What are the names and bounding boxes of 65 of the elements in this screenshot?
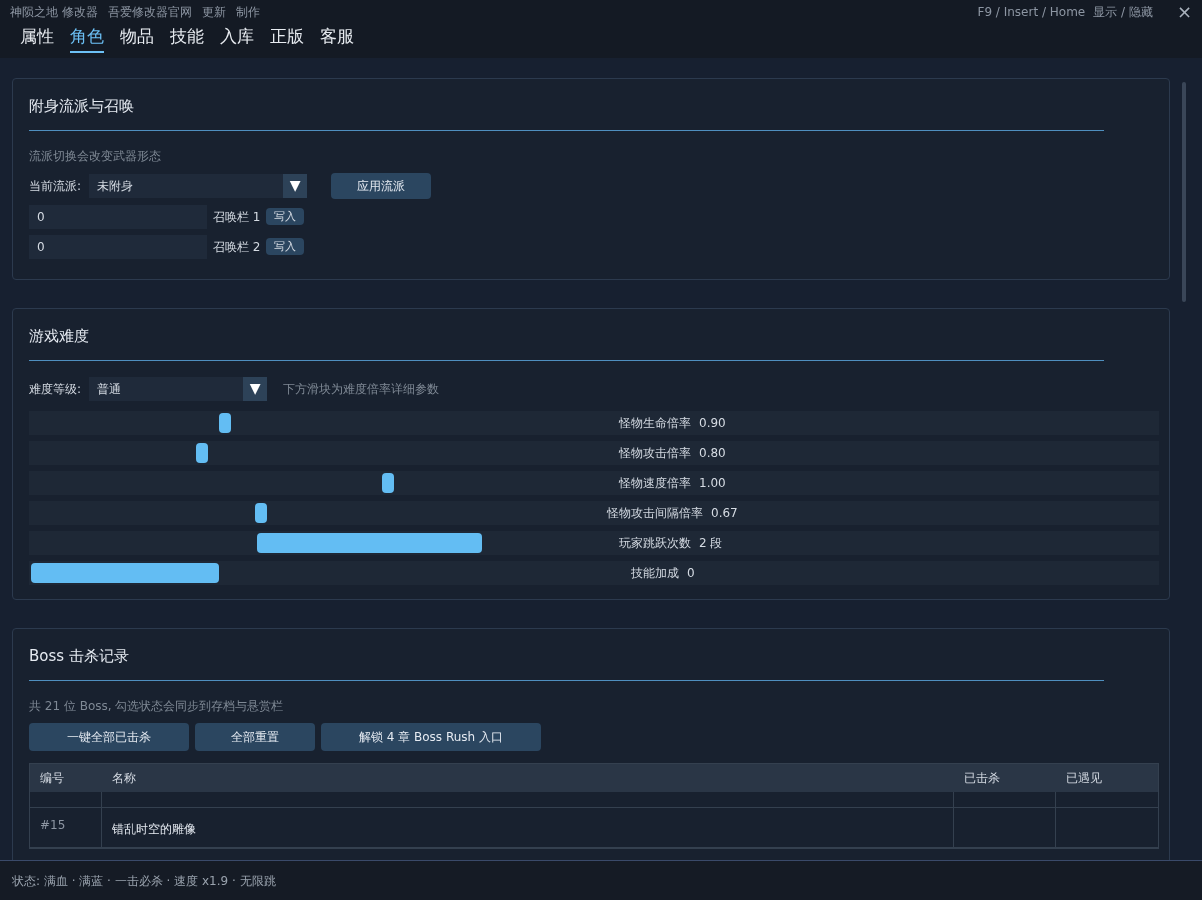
tab[interactable]: 入库 — [220, 24, 254, 53]
slider-track[interactable]: 玩家跳跃次数 2 段 — [29, 530, 1159, 555]
hint-text: 下方滑块为难度倍率详细参数 — [283, 380, 440, 398]
tab[interactable]: 物品 — [120, 24, 154, 53]
status-text: 状态: 满血 · 满蓝 · 一击必杀 · 速度 x1.9 · 无限跳 — [12, 872, 276, 890]
action-button[interactable]: 全部重置 — [195, 722, 315, 751]
slider-label: 技能加成 — [631, 564, 679, 582]
column-header: 名称 — [111, 769, 137, 787]
slider-track[interactable]: 怪物攻击倍率 0.80 — [29, 440, 1159, 465]
summon-field[interactable]: 0 — [29, 204, 207, 229]
table-cell: 错乱时空的雕像 — [102, 807, 954, 847]
slider-label: 怪物速度倍率 — [619, 474, 691, 492]
style-dropdown[interactable]: 未附身 ▼ — [89, 173, 308, 198]
tab[interactable]: 属性 — [20, 24, 54, 53]
action-button[interactable]: 解锁 4 章 Boss Rush 入口 — [321, 722, 541, 751]
summon-field[interactable]: 0 — [29, 234, 207, 259]
style-label: 当前流派: — [29, 177, 82, 195]
difficulty-label: 难度等级: — [29, 380, 82, 398]
tab[interactable]: 角色 — [70, 24, 104, 53]
slider-track[interactable]: 怪物速度倍率 1.00 — [29, 470, 1159, 495]
column-header: 已击杀 — [963, 769, 1001, 787]
apply-button[interactable]: 应用流派 — [331, 172, 432, 199]
menu-item[interactable]: 吾爱修改器官网 — [107, 3, 192, 21]
slider-label: 玩家跳跃次数 — [619, 534, 691, 552]
slider-thumb[interactable] — [255, 502, 267, 523]
tab[interactable]: 正版 — [270, 24, 304, 53]
slider-label: 怪物攻击倍率 — [619, 444, 691, 462]
slider-thumb[interactable] — [218, 412, 231, 433]
toggle-link[interactable]: 显示 / 隐藏 — [1093, 3, 1153, 21]
menu-item[interactable]: 更新 — [201, 3, 226, 21]
slider-value: 0 — [687, 564, 696, 582]
table-cell: #15 — [30, 807, 102, 847]
slider-thumb[interactable] — [381, 472, 394, 493]
scrollbar[interactable] — [1182, 82, 1186, 302]
tab[interactable]: 客服 — [320, 24, 354, 53]
write-button[interactable]: 写入 — [266, 238, 305, 255]
panel-title: Boss 击杀记录 — [29, 646, 130, 667]
close-button[interactable]: × — [1176, 3, 1192, 21]
slider-value: 1.00 — [699, 474, 727, 492]
slider-value: 2 段 — [699, 534, 724, 552]
write-button[interactable]: 写入 — [266, 208, 305, 225]
slider-value: 0.80 — [699, 444, 727, 462]
column-header: 编号 — [39, 769, 65, 787]
slider-value: 0.90 — [699, 414, 727, 432]
slider-label: 怪物攻击间隔倍率 — [607, 504, 703, 522]
summon-label: 召唤栏 2 — [213, 238, 261, 256]
panel-title: 游戏难度 — [29, 326, 90, 347]
menu-item[interactable]: 神陨之地 修改器 — [10, 3, 98, 21]
slider-track[interactable]: 怪物攻击间隔倍率 0.67 — [29, 500, 1159, 525]
hotkey-text: F9 / Insert / Home — [977, 4, 1086, 21]
column-header: 已遇见 — [1065, 769, 1103, 787]
action-button[interactable]: 一键全部已击杀 — [29, 722, 189, 751]
hint-text: 流派切换会改变武器形态 — [29, 147, 162, 165]
slider-track[interactable]: 怪物生命倍率 0.90 — [29, 410, 1159, 435]
summon-label: 召唤栏 1 — [213, 208, 261, 226]
tab[interactable]: 技能 — [170, 24, 204, 53]
slider-label: 怪物生命倍率 — [619, 414, 691, 432]
menu-item[interactable]: 制作 — [235, 3, 260, 21]
slider-value: 0.67 — [711, 504, 739, 522]
slider-thumb[interactable] — [196, 442, 209, 463]
difficulty-dropdown[interactable]: 普通 ▼ — [89, 376, 268, 401]
slider-thumb[interactable] — [257, 532, 483, 553]
hint-text: 共 21 位 Boss, 勾选状态会同步到存档与悬赏栏 — [29, 697, 285, 715]
panel-title: 附身流派与召唤 — [29, 96, 135, 117]
slider-track[interactable]: 技能加成 0 — [29, 560, 1159, 585]
